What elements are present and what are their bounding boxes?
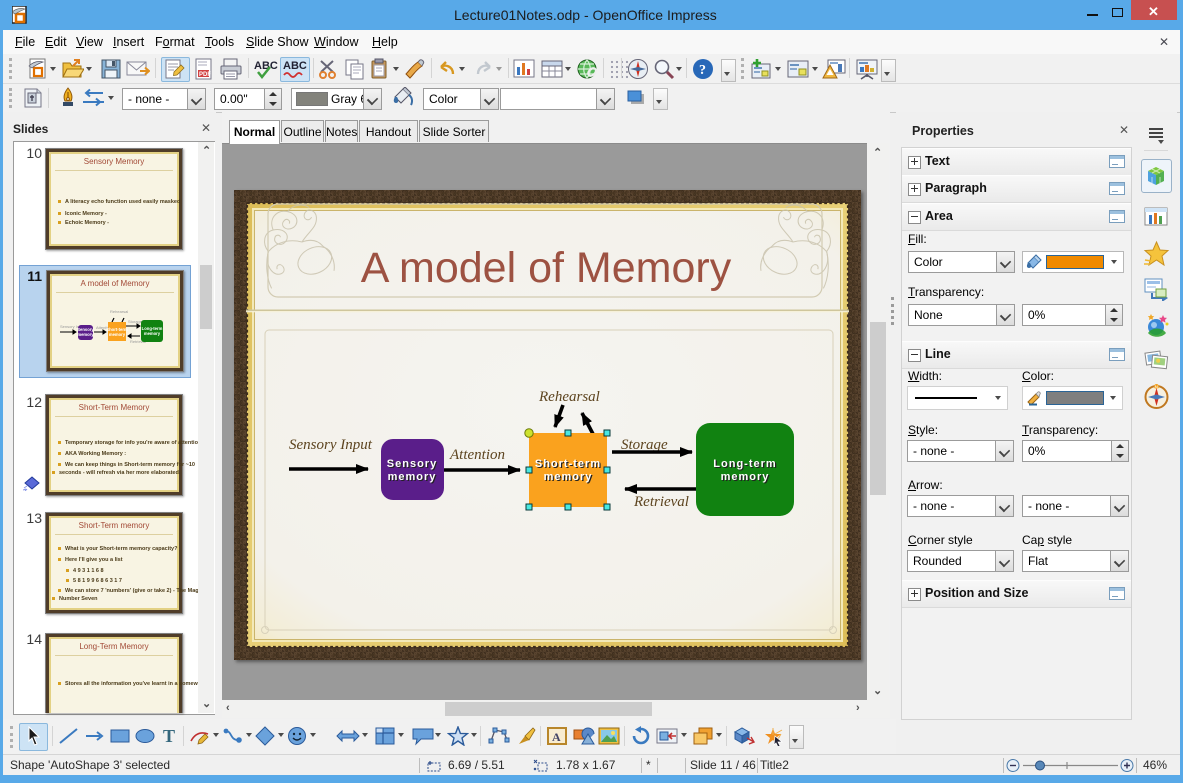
svg-text:ABC: ABC <box>283 60 307 72</box>
svg-text:memory: memory <box>77 332 94 337</box>
svg-text:Retrieval: Retrieval <box>633 494 689 510</box>
svg-text:Storage: Storage <box>128 319 143 324</box>
svg-text:Sensory: Sensory <box>387 458 437 470</box>
svg-text:memory: memory <box>721 471 770 483</box>
svg-text:Rehearsal: Rehearsal <box>538 389 600 405</box>
svg-text:A: A <box>552 730 561 744</box>
svg-text:Sensory Input: Sensory Input <box>289 437 373 453</box>
svg-text:A model of Memory: A model of Memory <box>361 244 732 292</box>
svg-text:N: N <box>1155 385 1158 390</box>
svg-text:Short-term: Short-term <box>535 458 601 470</box>
svg-text:Long-term: Long-term <box>713 458 776 470</box>
svg-text:PDF: PDF <box>199 72 211 78</box>
svg-text:?: ? <box>699 63 706 78</box>
svg-text:memory: memory <box>109 332 126 337</box>
svg-text:memory: memory <box>544 471 593 483</box>
svg-text:T: T <box>163 726 175 746</box>
svg-text:Attention: Attention <box>449 447 505 463</box>
svg-text:Rehearsal: Rehearsal <box>110 309 128 314</box>
svg-text:memory: memory <box>144 331 161 336</box>
svg-text:memory: memory <box>388 471 437 483</box>
